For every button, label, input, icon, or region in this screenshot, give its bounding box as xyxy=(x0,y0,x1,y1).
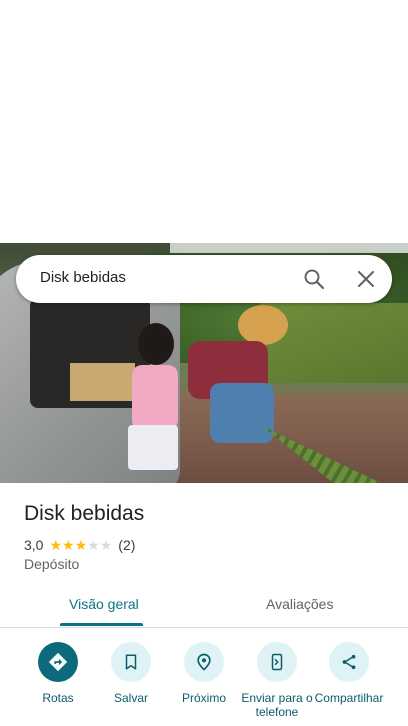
star-filled-icon: ★ xyxy=(49,537,63,553)
send-to-phone-icon xyxy=(257,642,297,682)
save-button[interactable]: Salvar xyxy=(92,640,170,705)
send-to-phone-label: Enviar para o telefone xyxy=(241,691,313,719)
send-to-phone-button[interactable]: Enviar para o telefone xyxy=(238,640,316,719)
photo-person-girl xyxy=(132,365,178,430)
tab-bar: Visão geral Avaliações xyxy=(0,586,408,628)
star-filled-icon: ★ xyxy=(74,537,88,553)
tab-reviews[interactable]: Avaliações xyxy=(266,596,333,612)
star-filled-icon: ★ xyxy=(62,537,75,553)
search-icon[interactable] xyxy=(302,267,326,291)
search-bar[interactable]: Disk bebidas xyxy=(16,255,392,303)
photo-box xyxy=(70,363,135,401)
map-area xyxy=(0,0,408,243)
nearby-icon xyxy=(184,642,224,682)
nearby-button[interactable]: Próximo xyxy=(165,640,243,705)
directions-icon xyxy=(38,642,78,682)
directions-button[interactable]: Rotas xyxy=(19,640,97,705)
photo-person-girl-shorts xyxy=(128,425,178,470)
bookmark-icon xyxy=(111,642,151,682)
review-count: (2) xyxy=(118,537,136,553)
share-label: Compartilhar xyxy=(314,691,384,705)
action-bar: Rotas Salvar Próximo Enviar para o telef… xyxy=(0,640,408,726)
place-title: Disk bebidas xyxy=(24,502,145,525)
star-empty-icon: ★ xyxy=(87,537,100,553)
search-query[interactable]: Disk bebidas xyxy=(40,269,126,286)
share-icon xyxy=(329,642,369,682)
tab-active-indicator xyxy=(60,623,143,626)
rating-stars: ★ ★ ★ ★ ★ xyxy=(49,538,112,552)
rating-value: 3,0 xyxy=(24,537,44,553)
directions-label: Rotas xyxy=(42,691,74,705)
tab-overview[interactable]: Visão geral xyxy=(69,596,139,612)
rating-row[interactable]: 3,0 ★ ★ ★ ★ ★ (2) xyxy=(24,536,135,554)
save-label: Salvar xyxy=(113,691,148,705)
nearby-label: Próximo xyxy=(181,691,226,705)
share-button[interactable]: Compartilhar xyxy=(310,640,388,705)
photo-flowers xyxy=(238,305,288,345)
close-icon[interactable] xyxy=(354,267,378,291)
place-category[interactable]: Depósito xyxy=(24,556,79,572)
photo-person-man-pants xyxy=(210,383,274,443)
photo-person-girl-head xyxy=(138,323,174,365)
star-empty-icon: ★ xyxy=(99,537,113,553)
